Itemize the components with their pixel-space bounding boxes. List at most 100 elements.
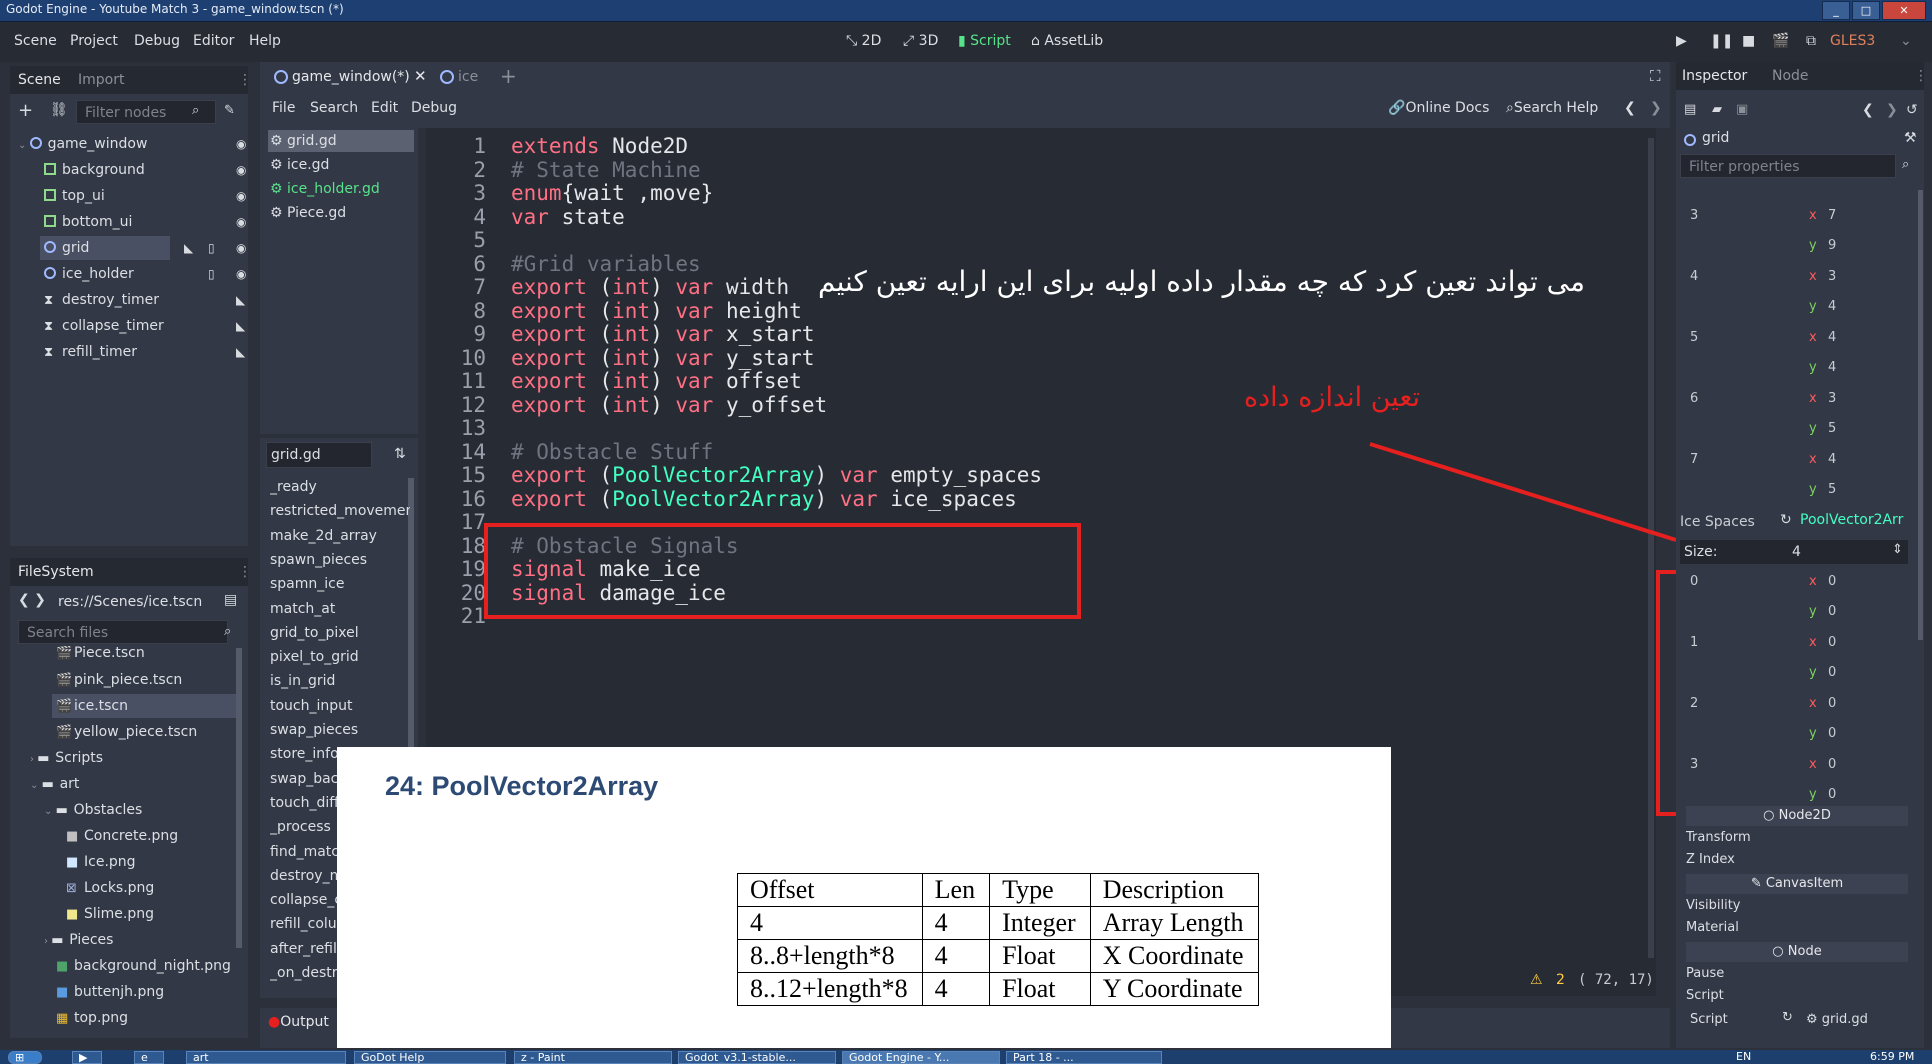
- y-component-label: y: [1809, 665, 1817, 680]
- output-tab[interactable]: ●Output: [268, 1014, 329, 1030]
- node2d-icon: ○: [1763, 808, 1779, 823]
- revert-icon[interactable]: ↻: [1782, 1010, 1793, 1025]
- y-value[interactable]: 4: [1828, 299, 1836, 314]
- save-icon[interactable]: ▣: [1736, 102, 1748, 117]
- y-value[interactable]: 5: [1828, 421, 1836, 436]
- y-component-label: y: [1809, 787, 1817, 802]
- cursor-position: ( 72, 17): [1578, 972, 1654, 988]
- size-label: Size:: [1684, 544, 1718, 560]
- size-spinbox[interactable]: 4: [1792, 544, 1801, 560]
- warning-icon[interactable]: ⚠: [1530, 972, 1543, 988]
- y-value[interactable]: 0: [1828, 665, 1836, 680]
- y-component-label: y: [1809, 604, 1817, 619]
- taskbar-item-part18[interactable]: Part 18 - ...: [1006, 1051, 1162, 1064]
- section-node[interactable]: ○ Node: [1686, 942, 1908, 962]
- tab-node[interactable]: Node: [1772, 68, 1809, 84]
- inspector-scrollbar[interactable]: [1918, 190, 1923, 640]
- x-component-label: x: [1809, 208, 1817, 223]
- y-value[interactable]: 0: [1828, 604, 1836, 619]
- x-component-label: x: [1809, 696, 1817, 711]
- table-header: Len: [921, 873, 991, 907]
- array-index: 4: [1690, 269, 1699, 284]
- table-cell: X Coordinate: [1089, 939, 1259, 973]
- y-value[interactable]: 4: [1828, 360, 1836, 375]
- spinner-arrows-icon[interactable]: ⇕: [1892, 542, 1903, 557]
- history-icon[interactable]: ↺: [1906, 102, 1918, 118]
- table-cell: 8..8+length*8: [737, 939, 923, 973]
- x-component-label: x: [1809, 391, 1817, 406]
- table-cell: 4: [737, 906, 923, 940]
- filter-properties-input[interactable]: Filter properties: [1680, 154, 1896, 178]
- script-label: Script: [1690, 1012, 1728, 1027]
- array-index: 6: [1690, 391, 1699, 406]
- pencil-icon: ✎: [1750, 876, 1766, 891]
- prop-visibility[interactable]: Visibility: [1686, 898, 1740, 913]
- browser-icon[interactable]: e: [134, 1051, 164, 1064]
- x-value[interactable]: 4: [1828, 330, 1836, 345]
- x-value[interactable]: 0: [1828, 574, 1836, 589]
- history-forward-icon[interactable]: ❯: [1886, 102, 1898, 118]
- inspected-object: grid: [1702, 130, 1730, 146]
- binary-format-table: Offset Len Type Description 4 4 Integer Array …: [737, 873, 1259, 1006]
- ice-spaces-label: Ice Spaces: [1680, 514, 1755, 530]
- media-icon[interactable]: ▶: [72, 1051, 102, 1064]
- size-row: Size: 4 ⇕: [1680, 540, 1908, 564]
- y-value[interactable]: 9: [1828, 238, 1836, 253]
- table-row: 8..8+length*8 4 Float X Coordinate: [737, 939, 1259, 973]
- x-value[interactable]: 4: [1828, 452, 1836, 467]
- x-component-label: x: [1809, 452, 1817, 467]
- x-value[interactable]: 0: [1828, 635, 1836, 650]
- table-cell: 8..12+length*8: [737, 972, 923, 1006]
- y-value[interactable]: 0: [1828, 726, 1836, 741]
- table-cell: 4: [921, 939, 991, 973]
- open-folder-icon[interactable]: ▰: [1712, 102, 1722, 117]
- table-cell: Array Length: [1089, 906, 1259, 940]
- taskbar-item-godot-help[interactable]: GoDot Help: [354, 1051, 506, 1064]
- table-cell: Integer: [989, 906, 1091, 940]
- array-index: 1: [1690, 635, 1699, 650]
- table-cell: Float: [989, 972, 1091, 1006]
- y-value[interactable]: 5: [1828, 482, 1836, 497]
- y-component-label: y: [1809, 238, 1817, 253]
- x-value[interactable]: 0: [1828, 757, 1836, 772]
- array-index: 0: [1690, 574, 1699, 589]
- table-header: Description: [1089, 873, 1259, 907]
- y-component-label: y: [1809, 726, 1817, 741]
- prop-script-section[interactable]: Script: [1686, 988, 1724, 1003]
- x-value[interactable]: 3: [1828, 391, 1836, 406]
- taskbar-item-godot-engine[interactable]: Godot Engine - Y...: [842, 1051, 1000, 1064]
- section-node2d[interactable]: ○ Node2D: [1686, 806, 1908, 826]
- x-value[interactable]: 3: [1828, 269, 1836, 284]
- y-component-label: y: [1809, 299, 1817, 314]
- x-value[interactable]: 7: [1828, 208, 1836, 223]
- tab-inspector[interactable]: Inspector: [1682, 68, 1747, 84]
- revert-icon[interactable]: ↻: [1780, 512, 1792, 528]
- clock: 6:59 PM: [1870, 1050, 1915, 1063]
- prop-material[interactable]: Material: [1686, 920, 1739, 935]
- y-component-label: y: [1809, 421, 1817, 436]
- y-component-label: y: [1809, 360, 1817, 375]
- node2d-icon: [1684, 134, 1696, 146]
- taskbar-item-paint[interactable]: z - Paint: [514, 1051, 672, 1064]
- script-value[interactable]: ⚙ grid.gd: [1806, 1012, 1868, 1027]
- x-value[interactable]: 0: [1828, 696, 1836, 711]
- error-dot-icon: ●: [268, 1014, 281, 1030]
- x-component-label: x: [1809, 574, 1817, 589]
- prop-z-index[interactable]: Z Index: [1686, 852, 1735, 867]
- table-cell: 4: [921, 906, 991, 940]
- x-component-label: x: [1809, 330, 1817, 345]
- start-button[interactable]: ⊞: [8, 1051, 42, 1064]
- pasted-document: 24: PoolVector2Array Offset Len Type Descri…: [337, 747, 1391, 1048]
- new-resource-icon[interactable]: ▤: [1684, 102, 1696, 117]
- language-indicator[interactable]: EN: [1736, 1050, 1751, 1063]
- section-canvasitem[interactable]: ✎ CanvasItem: [1686, 874, 1908, 894]
- y-value[interactable]: 0: [1828, 787, 1836, 802]
- prop-pause[interactable]: Pause: [1686, 966, 1724, 981]
- object-tools-icon[interactable]: ⚒: [1904, 130, 1917, 146]
- history-back-icon[interactable]: ❮: [1862, 102, 1874, 118]
- taskbar-item-art[interactable]: art: [186, 1051, 346, 1064]
- prop-transform[interactable]: Transform: [1686, 830, 1751, 845]
- dock-menu-icon[interactable]: ⋮: [1914, 68, 1928, 84]
- ice-spaces-type[interactable]: PoolVector2Arr: [1800, 512, 1903, 528]
- taskbar-item-godot-stable[interactable]: Godot_v3.1-stable...: [678, 1051, 836, 1064]
